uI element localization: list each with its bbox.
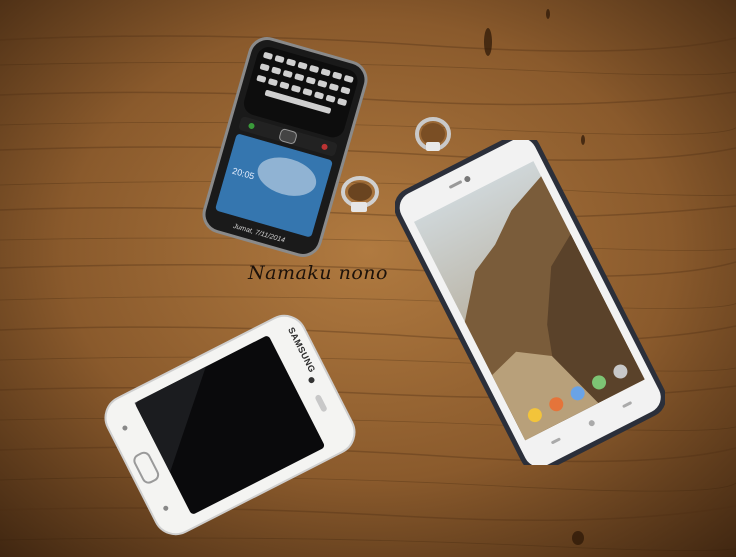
- blackberry-phone: 20:05 Jumat, 7/11/2014: [202, 37, 368, 257]
- android-smartphone: [395, 140, 665, 465]
- samsung-phone: SAMSUNG: [104, 314, 356, 536]
- ring-small: [341, 176, 379, 212]
- photo-scene: 20:05 Jumat, 7/11/2014 Namaku nono SAMSU…: [0, 0, 736, 557]
- photo-caption: Namaku nono: [248, 262, 388, 284]
